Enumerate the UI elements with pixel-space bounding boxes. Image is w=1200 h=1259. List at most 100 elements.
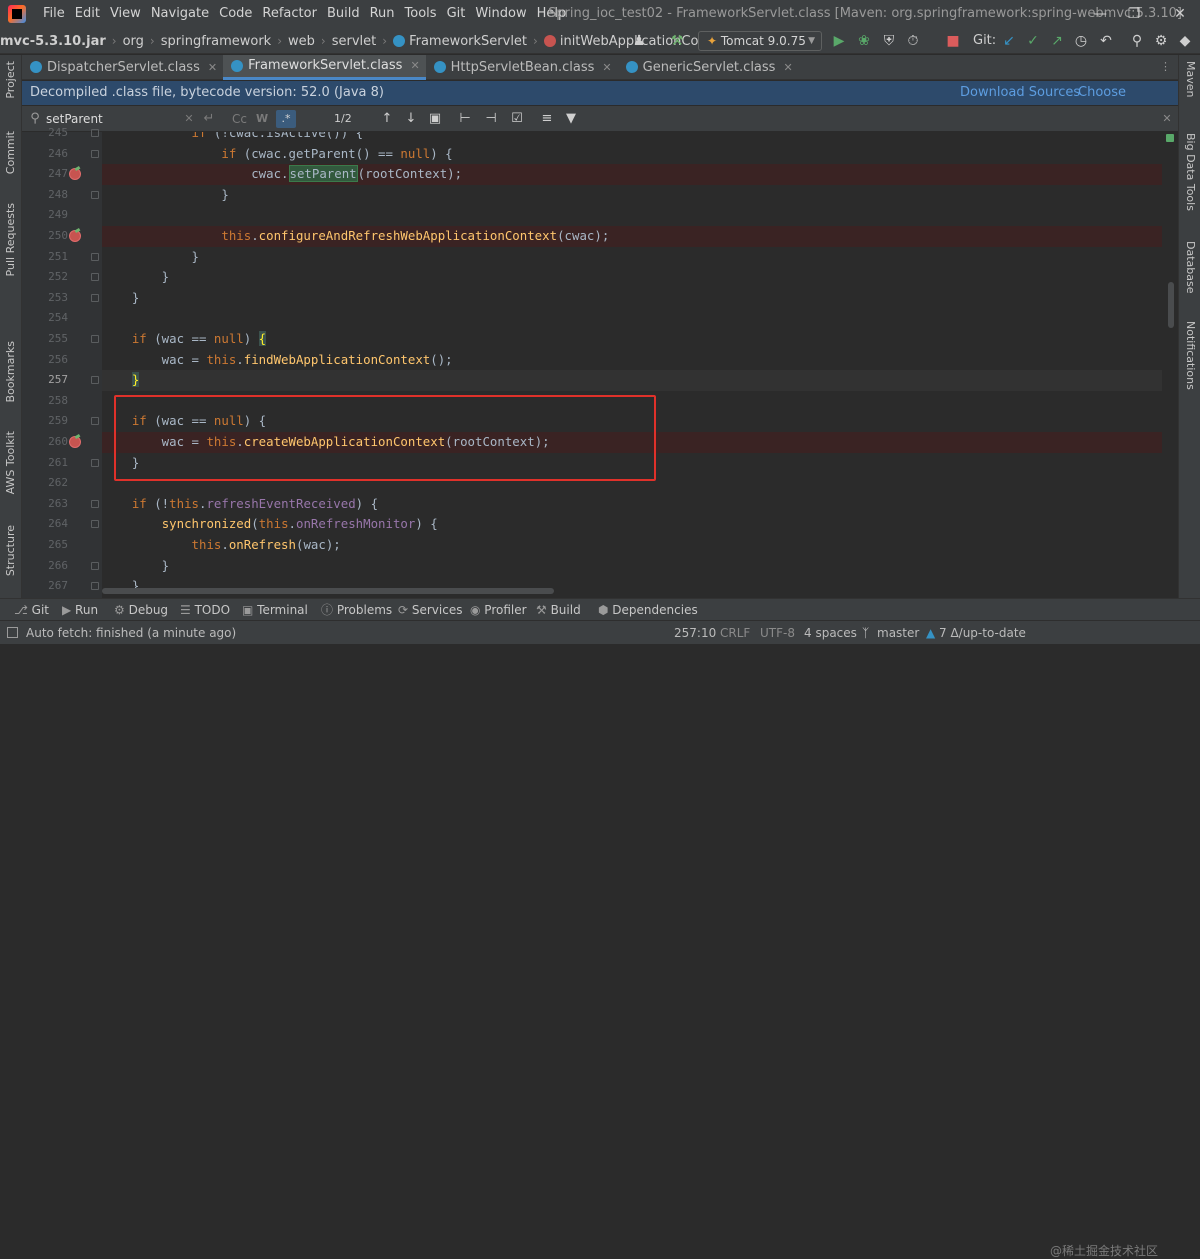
code-line[interactable]: if (!this.refreshEventReceived) { [102, 494, 1162, 515]
menu-refactor[interactable]: Refactor [257, 0, 322, 28]
ide-logo-small-icon[interactable]: ◆ [1176, 32, 1194, 50]
scrollbar-thumb[interactable] [1168, 282, 1174, 328]
breadcrumb-item[interactable]: org [123, 34, 144, 49]
close-tab-icon[interactable]: ✕ [410, 59, 419, 72]
next-occurrence-icon[interactable]: ↓ [402, 110, 420, 128]
code-line[interactable]: } [102, 185, 1162, 206]
code-line[interactable] [102, 205, 1162, 226]
close-tab-icon[interactable]: ✕ [783, 61, 792, 74]
rollback-icon[interactable]: ↶ [1097, 32, 1115, 50]
indent-setting[interactable]: 4 spaces [804, 621, 857, 645]
fold-marker-icon[interactable] [91, 129, 99, 137]
tool-database[interactable]: Database [1184, 241, 1197, 294]
toolwindow-services[interactable]: ⟳ Services [398, 599, 462, 621]
download-sources-link[interactable]: Download Sources [960, 81, 1080, 105]
fold-marker-icon[interactable] [91, 561, 99, 570]
close-search-icon[interactable]: ✕ [1158, 110, 1176, 128]
history-icon[interactable]: ◷ [1072, 32, 1090, 50]
tool-pull-requests[interactable]: Pull Requests [4, 203, 17, 276]
code-line[interactable]: } [102, 267, 1162, 288]
menu-file[interactable]: File [38, 0, 70, 28]
tool-maven[interactable]: Maven [1184, 61, 1197, 97]
coverage-icon[interactable]: ⛨ [880, 32, 898, 50]
tab-dispatcherservlet[interactable]: DispatcherServlet.class ✕ [22, 55, 223, 80]
toolwindow-terminal[interactable]: ▣ Terminal [242, 599, 308, 621]
git-branch[interactable]: master [877, 621, 919, 645]
tool-bookmarks[interactable]: Bookmarks [4, 341, 17, 402]
toolwindow-git[interactable]: ⎇ Git [14, 599, 49, 621]
menu-window[interactable]: Window [470, 0, 531, 28]
fold-marker-icon[interactable] [91, 376, 99, 385]
fold-marker-icon[interactable] [91, 417, 99, 426]
vertical-scrollbar[interactable] [1162, 132, 1178, 598]
tab-menu-icon[interactable]: ⋮ [1160, 60, 1171, 73]
tab-frameworkservlet[interactable]: FrameworkServlet.class ✕ [223, 54, 426, 80]
tool-structure[interactable]: Structure [4, 525, 17, 576]
fold-marker-icon[interactable] [91, 499, 99, 508]
match-case-toggle[interactable]: Cc [232, 106, 247, 132]
caret-position[interactable]: 257:10 [674, 621, 716, 645]
inspection-ok-icon[interactable] [1166, 134, 1174, 142]
toolwindow-dependencies[interactable]: ⬢ Dependencies [598, 599, 698, 621]
fold-marker-icon[interactable] [91, 273, 99, 282]
fold-marker-icon[interactable] [91, 458, 99, 467]
git-commit-icon[interactable]: ✓ [1024, 32, 1042, 50]
toolwindow-problems[interactable]: ⓘ Problems [321, 599, 392, 621]
run-icon[interactable]: ▶ [830, 32, 848, 50]
git-update-icon[interactable]: ↙ [1000, 32, 1018, 50]
fold-marker-icon[interactable] [91, 582, 99, 591]
toolwindow-todo[interactable]: ☰ TODO [180, 599, 230, 621]
tool-aws-toolkit[interactable]: AWS Toolkit [4, 431, 17, 494]
tool-project[interactable]: Project [4, 61, 17, 99]
code-line[interactable]: } [102, 370, 1162, 391]
select-all-icon[interactable]: ☑ [508, 110, 526, 128]
file-encoding[interactable]: UTF-8 [760, 621, 795, 645]
build-hammer-icon[interactable]: ⚒ [668, 32, 686, 50]
maximize-icon[interactable]: ❐ [1114, 0, 1154, 28]
toolwindow-debug[interactable]: ⚙ Debug [114, 599, 168, 621]
breadcrumb-item[interactable]: servlet [332, 34, 377, 49]
close-tab-icon[interactable]: ✕ [602, 61, 611, 74]
profile-icon[interactable]: ⏱ [904, 32, 922, 50]
close-window-icon[interactable]: ✕ [1160, 0, 1200, 28]
menu-code[interactable]: Code [214, 0, 257, 28]
filter-icon[interactable]: ▼ [562, 110, 580, 128]
search-everywhere-icon[interactable]: ⚲ [1128, 32, 1146, 50]
tool-big-data-tools[interactable]: Big Data Tools [1184, 133, 1197, 211]
filter-options-icon[interactable]: ≡ [538, 110, 556, 128]
toolwindow-profiler[interactable]: ◉ Profiler [470, 599, 527, 621]
add-selection-icon[interactable]: ⊢ [456, 110, 474, 128]
run-configuration-select[interactable]: ✦ Tomcat 9.0.75 ▼ [698, 31, 822, 51]
code-line[interactable]: this.onRefresh(wac); [102, 535, 1162, 556]
regex-toggle[interactable]: .* [276, 110, 296, 128]
previous-occurrence-icon[interactable]: ↑ [378, 110, 396, 128]
code-editor[interactable]: if (!cwac.isActive()) { if (cwac.getPare… [102, 132, 1162, 598]
menu-edit[interactable]: Edit [70, 0, 105, 28]
vcs-status[interactable]: 7 Δ/up-to-date [939, 621, 1026, 645]
code-line[interactable]: cwac.setParent(rootContext); [102, 164, 1162, 185]
code-line[interactable]: } [102, 247, 1162, 268]
words-toggle[interactable]: W [256, 106, 268, 132]
clear-search-icon[interactable]: ✕ [180, 110, 198, 128]
menu-run[interactable]: Run [365, 0, 400, 28]
settings-gear-icon[interactable]: ⚙ [1152, 32, 1170, 50]
menu-build[interactable]: Build [322, 0, 365, 28]
code-line[interactable]: if (!cwac.isActive()) { [102, 132, 1162, 144]
line-separator[interactable]: CRLF [720, 621, 750, 645]
tab-genericservlet[interactable]: GenericServlet.class ✕ [618, 55, 799, 80]
fold-marker-icon[interactable] [91, 293, 99, 302]
code-line[interactable]: } [102, 288, 1162, 309]
panel-toggle-icon[interactable] [7, 627, 18, 638]
tool-commit[interactable]: Commit [4, 131, 17, 174]
select-all-occurrences-icon[interactable]: ▣ [426, 110, 444, 128]
tool-notifications[interactable]: Notifications [1184, 321, 1197, 390]
breakpoint-icon[interactable] [69, 168, 81, 181]
fold-marker-icon[interactable] [91, 190, 99, 199]
code-line[interactable]: wac = this.findWebApplicationContext(); [102, 350, 1162, 371]
horizontal-scrollbar-thumb[interactable] [102, 588, 554, 594]
user-icon[interactable]: ♟ [630, 32, 648, 50]
breadcrumb-item[interactable]: mvc-5.3.10.jar [0, 34, 106, 49]
menu-view[interactable]: View [105, 0, 146, 28]
fold-marker-icon[interactable] [91, 335, 99, 343]
breakpoint-icon[interactable] [69, 230, 81, 242]
